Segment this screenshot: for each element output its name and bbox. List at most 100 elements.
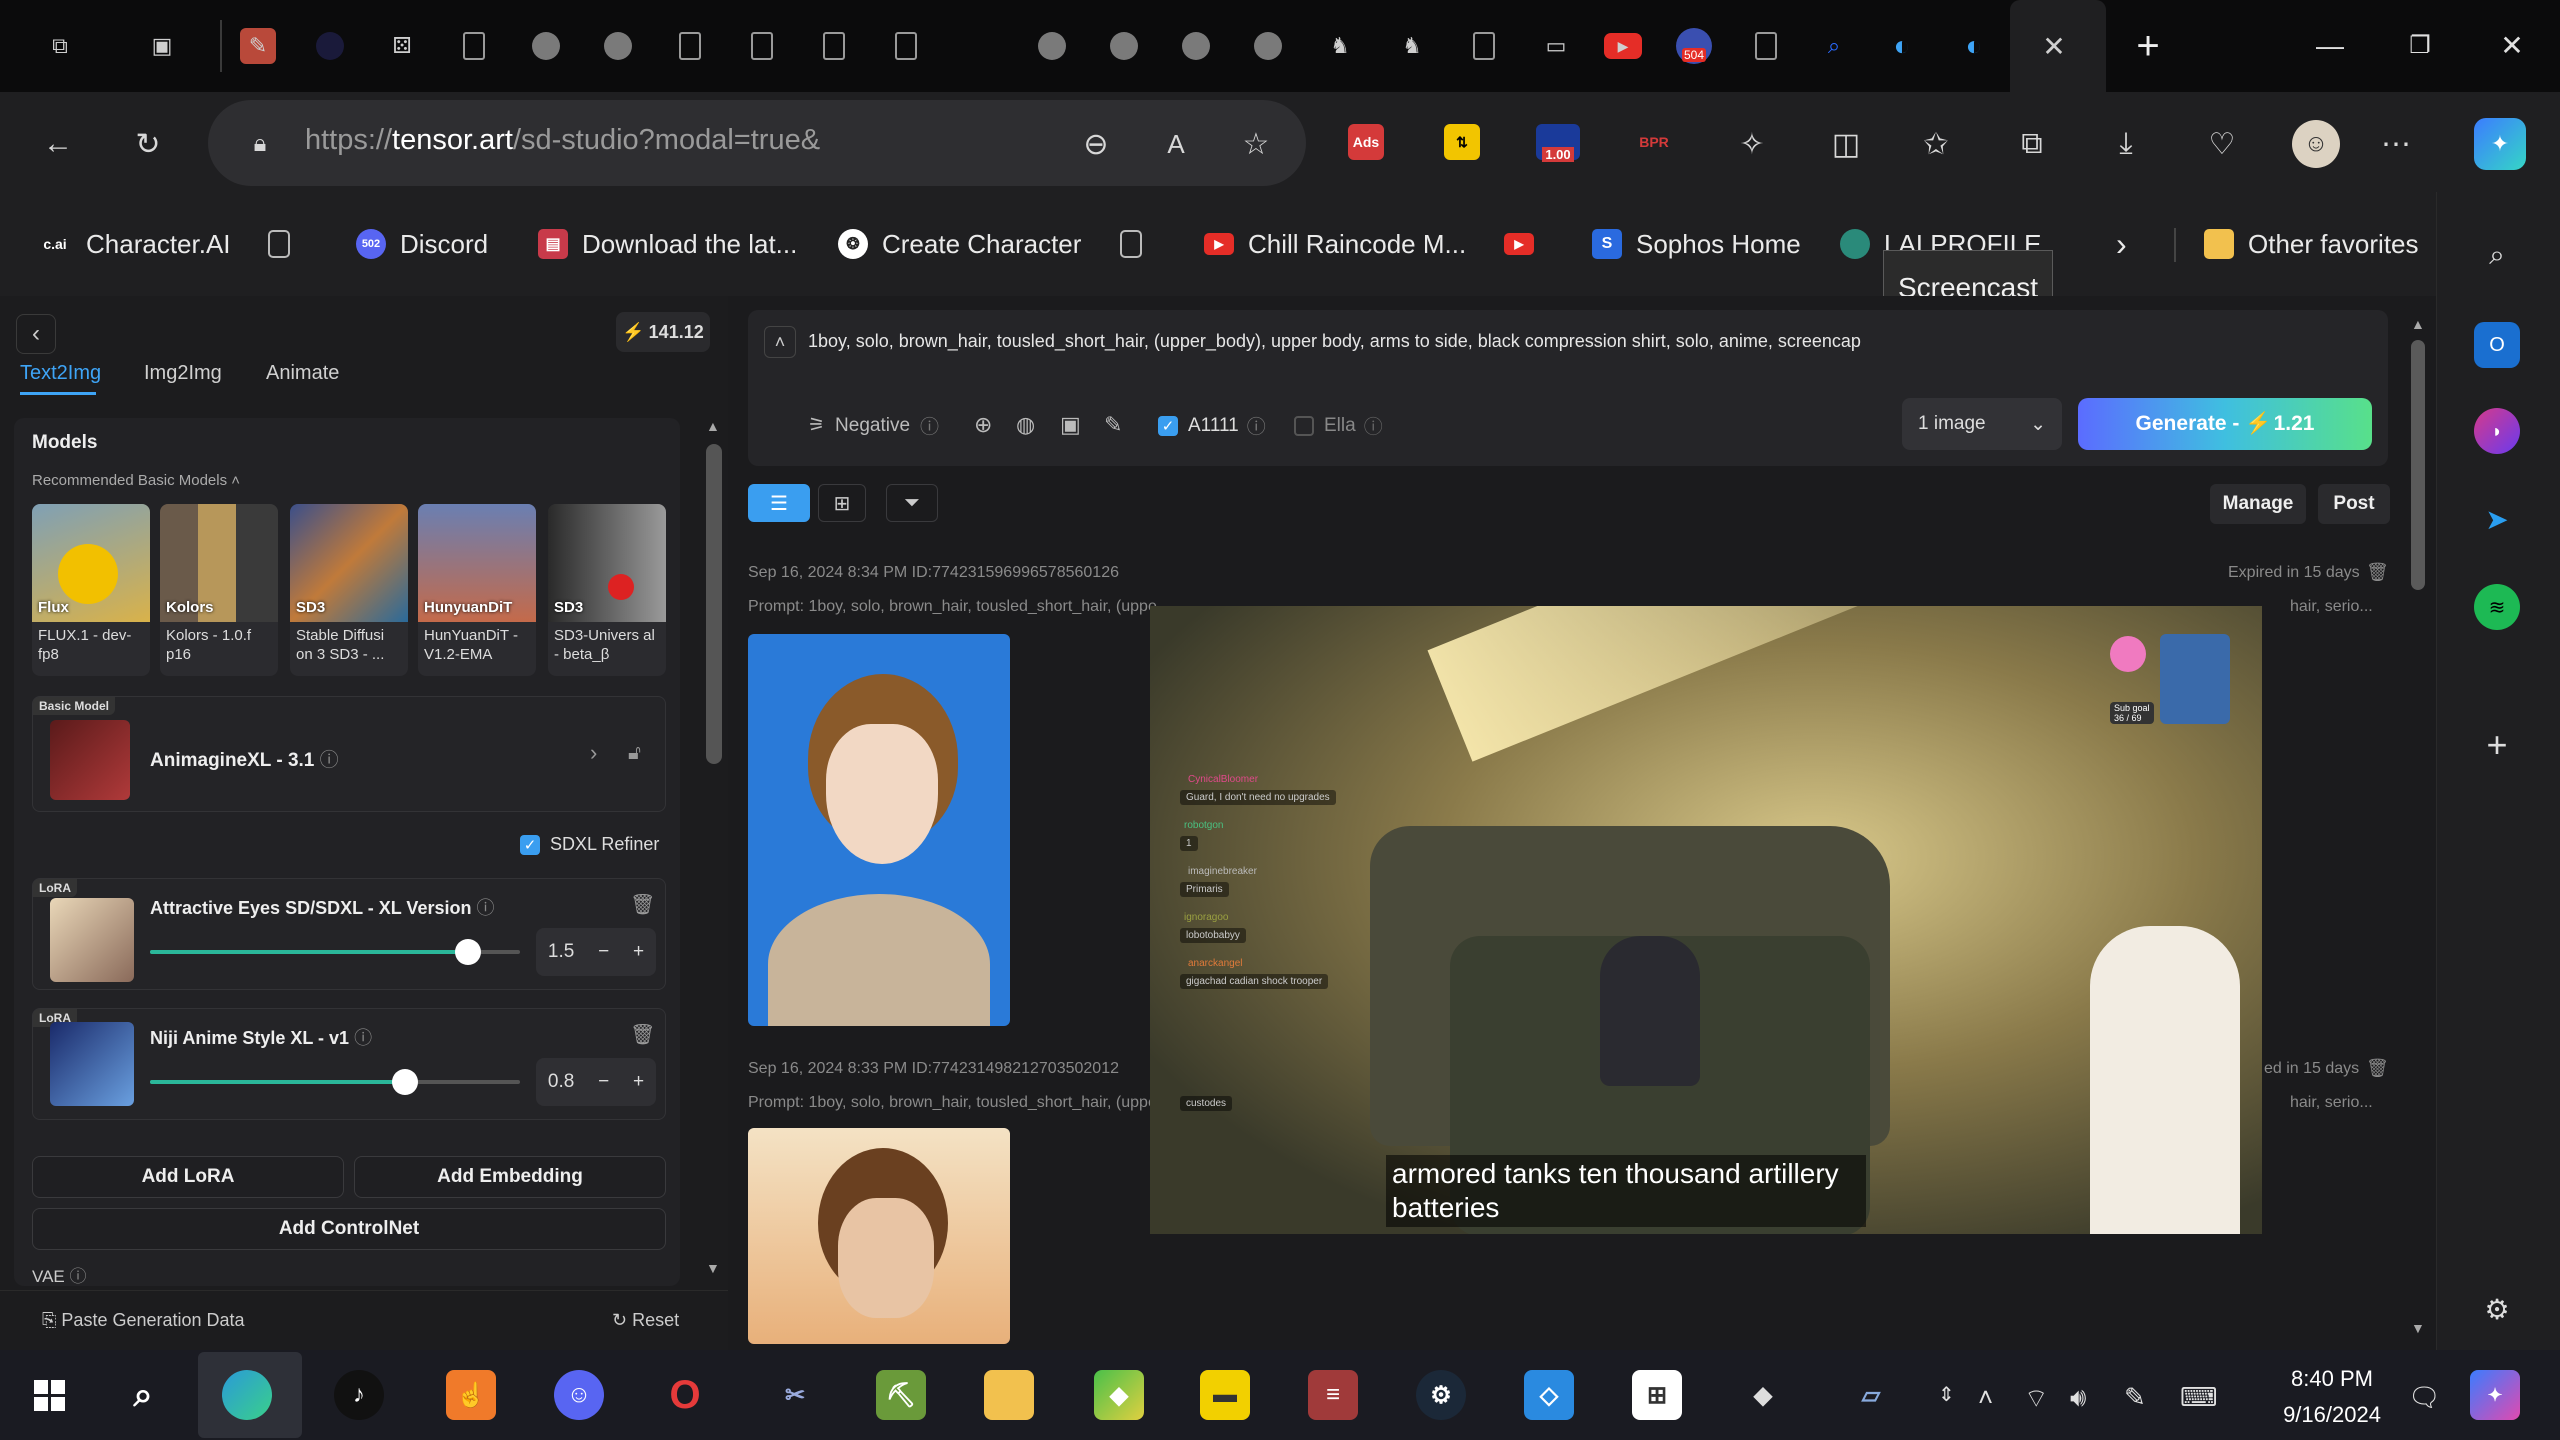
tab-favicon-dice[interactable]: ⚄: [384, 28, 420, 64]
slider-knob[interactable]: [455, 939, 481, 965]
tab-openai-icon[interactable]: [528, 28, 564, 64]
fav-doc[interactable]: [268, 224, 304, 264]
filter-button[interactable]: ⏷: [886, 484, 938, 522]
prompt-input[interactable]: 1boy, solo, brown_hair, tousled_short_ha…: [808, 331, 1861, 352]
volume-icon[interactable]: 🔊︎: [2070, 1382, 2086, 1414]
workspaces-icon[interactable]: ⧉: [42, 28, 78, 64]
tab-openai-icon[interactable]: [1106, 28, 1142, 64]
file-explorer-icon[interactable]: [984, 1370, 1034, 1420]
tab-openai-icon[interactable]: [600, 28, 636, 64]
app-orange-icon[interactable]: ☝: [446, 1370, 496, 1420]
delete-icon[interactable]: 🗑︎: [2366, 1058, 2389, 1079]
scroll-up-icon[interactable]: ▲: [706, 418, 720, 434]
tab-creature-icon[interactable]: ♞: [1322, 28, 1358, 64]
lock-icon[interactable]: 🔒︎: [240, 124, 280, 164]
reset-button[interactable]: ↻ Reset: [612, 1310, 679, 1331]
model-card[interactable]: SD3 SD3-Univers al - beta_β: [548, 504, 666, 676]
opera-icon[interactable]: O: [660, 1370, 710, 1420]
tab-openai-icon[interactable]: [1178, 28, 1214, 64]
add-sidebar-app-icon[interactable]: +: [2474, 722, 2520, 768]
image-count-select[interactable]: 1 image ⌄: [1902, 398, 2062, 450]
minus-icon[interactable]: −: [598, 941, 609, 963]
taskbar-search-icon[interactable]: ⌕: [118, 1370, 168, 1420]
info-icon[interactable]: ⓘ: [320, 750, 339, 771]
plus-icon[interactable]: +: [633, 941, 644, 963]
recommended-models-toggle[interactable]: Recommended Basic Models ˄: [32, 472, 240, 489]
profile-avatar[interactable]: ☺: [2292, 120, 2340, 168]
winrar-icon[interactable]: ≡: [1308, 1370, 1358, 1420]
collections-icon[interactable]: ⧉: [2012, 124, 2052, 164]
fav-other-favorites[interactable]: Other favorites: [2204, 224, 2419, 264]
tab-text2img[interactable]: Text2Img: [20, 362, 101, 385]
a1111-checkbox[interactable]: ✓ A1111 ⓘ: [1158, 412, 1266, 439]
image-icon[interactable]: ▣: [1060, 412, 1081, 438]
settings-gear-icon[interactable]: ⚙: [2474, 1286, 2520, 1332]
close-window-icon[interactable]: ✕: [2492, 26, 2532, 66]
credits-badge[interactable]: ⚡ 141.12: [616, 312, 710, 352]
edge-browser-icon[interactable]: [222, 1370, 272, 1420]
keyboard-icon[interactable]: ⌨: [2180, 1382, 2218, 1413]
microsoft-store-icon[interactable]: ⊞: [1632, 1370, 1682, 1420]
tab-doc-icon[interactable]: [672, 28, 708, 64]
close-tab-icon[interactable]: ✕: [2036, 28, 2072, 64]
help-icon[interactable]: ⓘ: [1364, 412, 1383, 439]
delete-icon[interactable]: 🗑︎: [630, 1022, 655, 1047]
scroll-down-icon[interactable]: ▼: [2411, 1320, 2425, 1336]
tab-search-icon[interactable]: ⌕: [1816, 28, 1852, 64]
tab-doc-icon[interactable]: [888, 28, 924, 64]
read-aloud-icon[interactable]: A: [1156, 124, 1196, 164]
tab-creature-icon[interactable]: ♞: [1394, 28, 1430, 64]
downloads-icon[interactable]: ⤓: [2106, 124, 2146, 164]
magic-wand-icon[interactable]: ✎: [1104, 412, 1122, 438]
outlook-icon[interactable]: O: [2474, 322, 2520, 368]
zoom-ext-icon[interactable]: 1.00: [1536, 124, 1580, 162]
minimize-icon[interactable]: —: [2310, 26, 2350, 66]
favorites-icon[interactable]: ✩: [1916, 124, 1956, 164]
taskbar-scroll-icon[interactable]: ⇕: [1938, 1382, 1955, 1407]
split-screen-icon[interactable]: ◫: [1826, 124, 1866, 164]
info-icon[interactable]: ⓘ: [354, 1028, 372, 1048]
tab-youtube-icon[interactable]: ▶: [1604, 33, 1642, 59]
help-icon[interactable]: ⓘ: [920, 412, 939, 439]
fav-chill-raincode[interactable]: ▶ Chill Raincode M...: [1204, 224, 1466, 264]
steam-icon[interactable]: ⚙: [1416, 1370, 1466, 1420]
collapse-prompt-button[interactable]: ˄: [764, 326, 796, 358]
adblock-ext-icon[interactable]: Ads: [1348, 124, 1384, 160]
more-menu-icon[interactable]: ⋯: [2376, 124, 2416, 164]
left-scroll-thumb[interactable]: [706, 444, 722, 764]
minecraft-icon[interactable]: ⛏: [876, 1370, 926, 1420]
fav-overflow-chevron-icon[interactable]: ›: [2116, 224, 2127, 264]
fav-sophos-home[interactable]: S Sophos Home: [1592, 224, 1801, 264]
tab-youtube-badge-icon[interactable]: 504: [1676, 28, 1712, 64]
fav-youtube[interactable]: ▶: [1504, 224, 1548, 264]
paste-generation-data-button[interactable]: ⎘ Paste Generation Data: [42, 1310, 245, 1331]
tab-openai-icon[interactable]: [1250, 28, 1286, 64]
tab-animate[interactable]: Animate: [266, 362, 339, 385]
model-card[interactable]: HunyuanDiT HunYuanDiT - V1.2-EMA: [418, 504, 536, 676]
fav-character-ai[interactable]: c.ai Character.AI: [38, 224, 230, 264]
chevron-right-icon[interactable]: ›: [590, 740, 597, 766]
tab-openai-icon[interactable]: [1034, 28, 1070, 64]
sticky-notes-icon[interactable]: ▬: [1200, 1370, 1250, 1420]
bpr-ext-icon[interactable]: BPR: [1636, 124, 1672, 160]
search-icon[interactable]: ⌕: [2474, 232, 2520, 278]
fav-doc[interactable]: [1120, 224, 1156, 264]
slider-knob[interactable]: [392, 1069, 418, 1095]
generated-image[interactable]: [748, 1128, 1010, 1344]
minus-icon[interactable]: −: [598, 1071, 609, 1093]
info-icon[interactable]: ⓘ: [476, 898, 494, 918]
video-overlay[interactable]: Sub goal 36 / 69: [1150, 606, 2262, 1234]
tab-img2img[interactable]: Img2Img: [144, 362, 222, 385]
tab-tensor-icon[interactable]: ◐: [1884, 28, 1920, 64]
generate-button[interactable]: Generate - ⚡ 1.21: [2078, 398, 2372, 450]
fav-discord[interactable]: 502 Discord: [356, 224, 488, 264]
ext-arrows-icon[interactable]: ⇅: [1444, 124, 1480, 160]
start-windows-icon[interactable]: [24, 1370, 74, 1420]
copilot-icon[interactable]: ✦: [2474, 118, 2526, 170]
post-button[interactable]: Post: [2318, 484, 2390, 524]
manage-button[interactable]: Manage: [2210, 484, 2306, 524]
plus-icon[interactable]: +: [633, 1071, 644, 1093]
clock-time[interactable]: 8:40 PM: [2268, 1366, 2396, 1392]
model-card[interactable]: Kolors Kolors - 1.0.f p16: [160, 504, 278, 676]
generated-image[interactable]: [748, 634, 1010, 1026]
